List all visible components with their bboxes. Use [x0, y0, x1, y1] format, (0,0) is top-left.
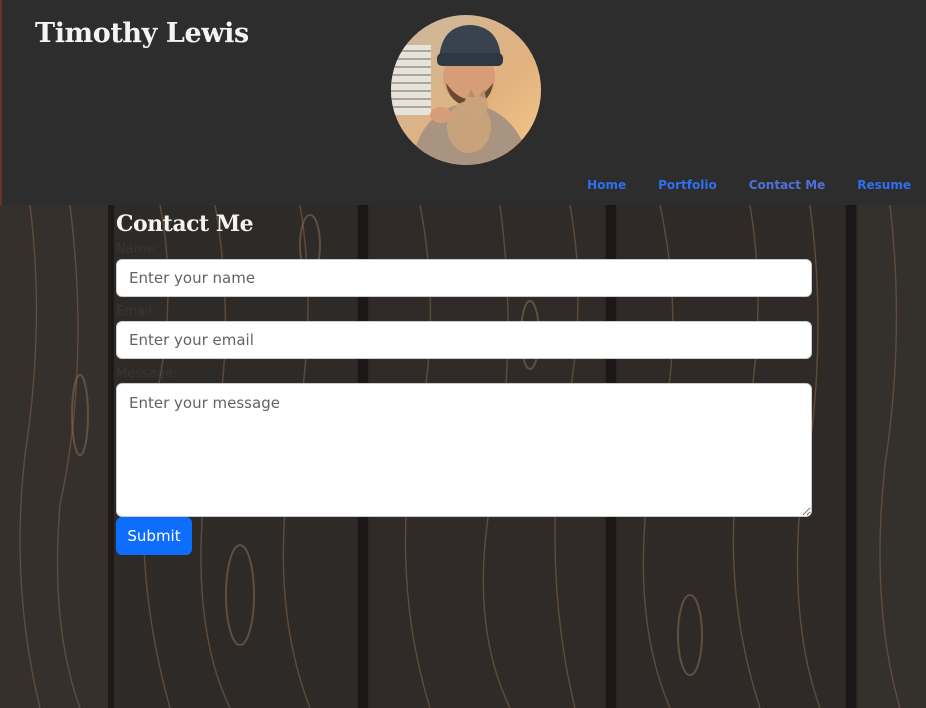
nav-contact-me[interactable]: Contact Me	[749, 178, 826, 192]
nav-home[interactable]: Home	[587, 178, 626, 192]
nav-portfolio[interactable]: Portfolio	[658, 178, 717, 192]
name-label: Name:	[116, 242, 159, 257]
site-title: Timothy Lewis	[35, 18, 249, 49]
message-textarea[interactable]	[116, 383, 812, 517]
message-label: Message:	[116, 366, 178, 381]
name-input[interactable]	[116, 259, 812, 297]
nav-resume[interactable]: Resume	[857, 178, 911, 192]
main-nav: Home Portfolio Contact Me Resume	[555, 178, 911, 192]
profile-avatar	[391, 15, 541, 165]
email-label: Email:	[116, 304, 157, 319]
contact-title: Contact Me	[116, 211, 254, 237]
contact-section: Contact Me Name: Email: Message: Submit	[116, 205, 812, 555]
submit-button[interactable]: Submit	[116, 517, 192, 555]
site-header: Timothy Lewis Home Portfolio Contact Me …	[0, 0, 926, 205]
profile-photo	[391, 15, 541, 165]
email-input[interactable]	[116, 321, 812, 359]
